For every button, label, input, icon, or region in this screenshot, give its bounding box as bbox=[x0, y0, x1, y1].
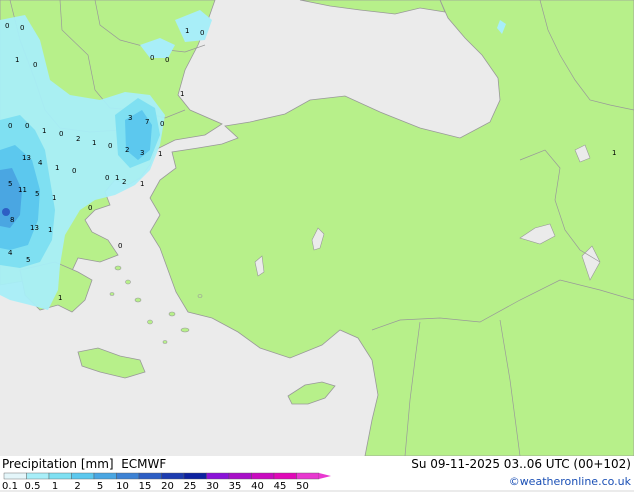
station-value: 3 bbox=[140, 149, 144, 157]
station-value: 0 bbox=[118, 242, 122, 250]
station-value: 1 bbox=[58, 294, 62, 302]
station-value: 1 bbox=[185, 27, 189, 35]
station-value: 0 bbox=[8, 122, 12, 130]
station-value: 5 bbox=[35, 190, 39, 198]
station-value: 1 bbox=[92, 139, 96, 147]
scale-ticks: 0.1 0.5 1 2 5 10 15 20 25 30 35 40 45 50 bbox=[0, 456, 340, 492]
station-value: 0 bbox=[88, 204, 92, 212]
station-value: 1 bbox=[52, 194, 56, 202]
scale-tick-label: 0.1 bbox=[2, 481, 18, 492]
scale-tick-label: 0.5 bbox=[24, 481, 41, 492]
station-value: 11 bbox=[18, 186, 27, 194]
station-value: 0 bbox=[108, 142, 112, 150]
station-value: 0 bbox=[165, 56, 169, 64]
station-value: 2 bbox=[76, 135, 80, 143]
station-value: 1 bbox=[55, 164, 59, 172]
station-value: 0 bbox=[33, 61, 37, 69]
station-value: 1 bbox=[140, 180, 144, 188]
station-value: 4 bbox=[8, 249, 13, 257]
station-value: 2 bbox=[125, 146, 129, 154]
precipitation-map: 0 0101 00 010 012 1 003 7 0132 141 031 2 10511158130… bbox=[0, 0, 634, 456]
station-value: 1 bbox=[15, 56, 19, 64]
station-value: 1 bbox=[158, 150, 162, 158]
scale-tick-label: 2 bbox=[74, 481, 81, 492]
station-value: 0 bbox=[25, 122, 29, 130]
station-value: 3 bbox=[128, 114, 132, 122]
station-value: 0 bbox=[150, 54, 154, 62]
station-value: 0 bbox=[59, 130, 63, 138]
scale-tick-label: 45 bbox=[273, 481, 287, 492]
scale-tick-label: 30 bbox=[206, 481, 219, 492]
scale-tick-label: 1 bbox=[51, 481, 59, 492]
map-footer: Precipitation [mm] ECMWF Su 09-11-2025 0… bbox=[0, 456, 634, 492]
scale-tick-label: 35 bbox=[228, 481, 242, 492]
station-value: 7 bbox=[145, 118, 149, 126]
scale-tick-label: 5 bbox=[96, 481, 104, 492]
station-value: 0 bbox=[105, 174, 109, 182]
scale-tick-label: 25 bbox=[183, 481, 197, 492]
valid-time: Su 09-11-2025 03..06 UTC (00+102) bbox=[411, 457, 631, 471]
station-value: 1 bbox=[48, 226, 52, 234]
station-value: 1 bbox=[180, 90, 184, 98]
station-value: 5 bbox=[8, 180, 12, 188]
scale-tick-label: 50 bbox=[296, 481, 309, 492]
station-value: 5 bbox=[26, 256, 30, 264]
station-value: 2 bbox=[122, 178, 126, 186]
station-value: 1 bbox=[42, 127, 46, 135]
station-value: 0 bbox=[160, 120, 164, 128]
station-value: 4 bbox=[38, 159, 43, 167]
station-value: 0 bbox=[72, 167, 76, 175]
scale-tick-label: 40 bbox=[251, 481, 264, 492]
station-value: 1 bbox=[612, 149, 616, 157]
station-value: 0 bbox=[5, 22, 9, 30]
credit-link[interactable]: ©weatheronline.co.uk bbox=[509, 475, 631, 488]
station-value: 0 bbox=[200, 29, 204, 37]
station-value: 1 bbox=[115, 174, 119, 182]
station-value: 13 bbox=[30, 224, 39, 232]
scale-tick-label: 20 bbox=[161, 481, 174, 492]
scale-tick-label: 15 bbox=[138, 481, 152, 492]
scale-tick-label: 10 bbox=[116, 481, 129, 492]
station-value: 13 bbox=[22, 154, 31, 162]
precip-peak bbox=[2, 208, 10, 216]
station-value: 8 bbox=[10, 216, 14, 224]
station-value: 0 bbox=[20, 24, 24, 32]
